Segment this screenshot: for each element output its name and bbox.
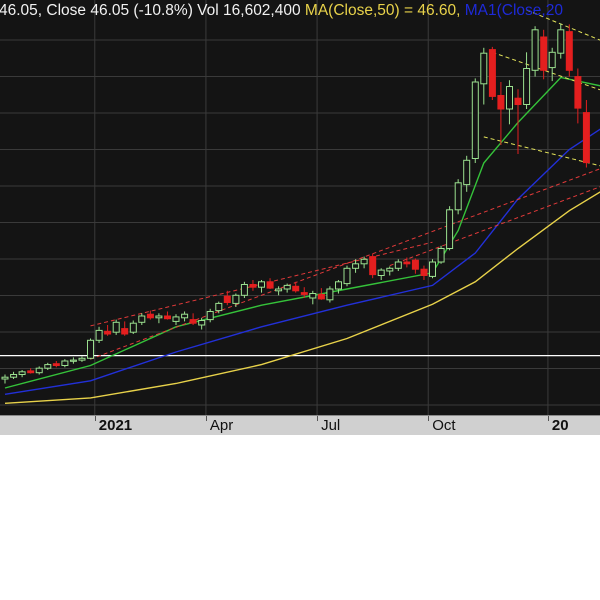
x-tick-label: 2021 xyxy=(98,417,133,434)
candle-body xyxy=(377,269,385,277)
candle-body xyxy=(471,81,479,159)
candle-body xyxy=(35,367,43,374)
candle-body xyxy=(275,288,283,292)
trend-line xyxy=(389,186,600,267)
candle-body xyxy=(523,68,531,105)
candle-body xyxy=(27,370,35,374)
ma50-legend-text: MA(Close,50) = 46.60, xyxy=(304,2,461,19)
candle-body xyxy=(215,302,223,312)
x-tick-label: 20 xyxy=(551,417,569,434)
candle-body xyxy=(146,313,154,319)
candle-body xyxy=(18,371,26,375)
candle-body xyxy=(574,76,582,109)
candle-body xyxy=(411,259,419,270)
candle-body xyxy=(463,159,471,186)
candle-body xyxy=(565,31,573,71)
candle-body xyxy=(206,311,214,321)
candle-body xyxy=(335,281,342,290)
candle-body xyxy=(300,292,308,295)
candle-body xyxy=(223,295,231,304)
price-plot xyxy=(0,0,600,415)
candle-body xyxy=(488,49,496,97)
candle-body xyxy=(104,330,112,335)
ma10-line xyxy=(4,76,600,389)
candle-body xyxy=(386,267,394,272)
candle-body xyxy=(352,263,360,269)
candle-body xyxy=(121,328,129,335)
candle-body xyxy=(420,268,428,277)
candle-body xyxy=(360,258,368,265)
candle-body xyxy=(249,284,257,288)
ma20-line xyxy=(4,128,600,395)
x-tick-label: Apr xyxy=(209,417,234,434)
candle-body xyxy=(394,261,402,269)
candle-body xyxy=(69,359,77,362)
candle-body xyxy=(44,364,52,369)
candle-body xyxy=(292,285,300,292)
ma20-legend-text: MA1(Close,20 xyxy=(464,2,563,19)
candle-body xyxy=(61,360,69,366)
candle-body xyxy=(181,313,189,319)
candle-body xyxy=(155,315,163,319)
x-tick xyxy=(547,416,549,421)
x-tick xyxy=(205,416,207,421)
candle-body xyxy=(283,284,291,290)
candle-body xyxy=(369,256,377,276)
candle-body xyxy=(403,261,411,265)
chart-header: 46.05, Close 46.05 (-10.8%) Vol 16,602,4… xyxy=(0,0,563,22)
price-summary-text: 46.05, Close 46.05 (-10.8%) Vol 16,602,4… xyxy=(0,2,301,19)
ma50-line xyxy=(4,191,600,404)
candle-body xyxy=(240,284,248,296)
stock-chart: 46.05, Close 46.05 (-10.8%) Vol 16,602,4… xyxy=(0,0,600,435)
candle-body xyxy=(232,294,240,304)
candle-body xyxy=(112,321,120,333)
x-tick-label: Oct xyxy=(432,417,456,434)
candle-body xyxy=(514,97,522,105)
x-tick xyxy=(428,416,430,421)
candle-body xyxy=(129,322,137,333)
candle-body xyxy=(582,112,590,164)
candle-body xyxy=(326,288,334,301)
candle-body xyxy=(531,29,539,71)
x-tick xyxy=(94,416,96,421)
candle-body xyxy=(506,86,513,110)
candle-body xyxy=(429,261,436,277)
candle-body xyxy=(454,182,462,211)
candle-body xyxy=(198,320,206,326)
candle-body xyxy=(437,248,445,263)
x-tick-label: Jul xyxy=(321,417,341,434)
candle-body xyxy=(164,315,171,320)
candle-body xyxy=(446,209,454,250)
candle-body xyxy=(258,281,265,288)
candle-body xyxy=(548,51,556,69)
candle-body xyxy=(540,36,548,71)
x-axis: 2021 Apr Jul Oct 20 xyxy=(0,415,600,435)
candle-body xyxy=(557,29,565,54)
candle-body xyxy=(52,363,60,367)
candle-body xyxy=(10,374,18,378)
candle-body xyxy=(266,281,274,289)
candle-body xyxy=(1,376,9,380)
candle-body xyxy=(189,319,197,324)
candle-body xyxy=(87,339,94,359)
candle-body xyxy=(138,315,146,323)
candle-body xyxy=(343,267,351,285)
candle-body xyxy=(317,293,325,300)
candle-body xyxy=(95,329,103,341)
candle-body xyxy=(480,52,488,85)
x-tick xyxy=(317,416,319,421)
candle-body xyxy=(78,357,86,361)
candle-body xyxy=(309,293,317,299)
candle-body xyxy=(172,316,180,322)
candle-body xyxy=(497,95,505,110)
